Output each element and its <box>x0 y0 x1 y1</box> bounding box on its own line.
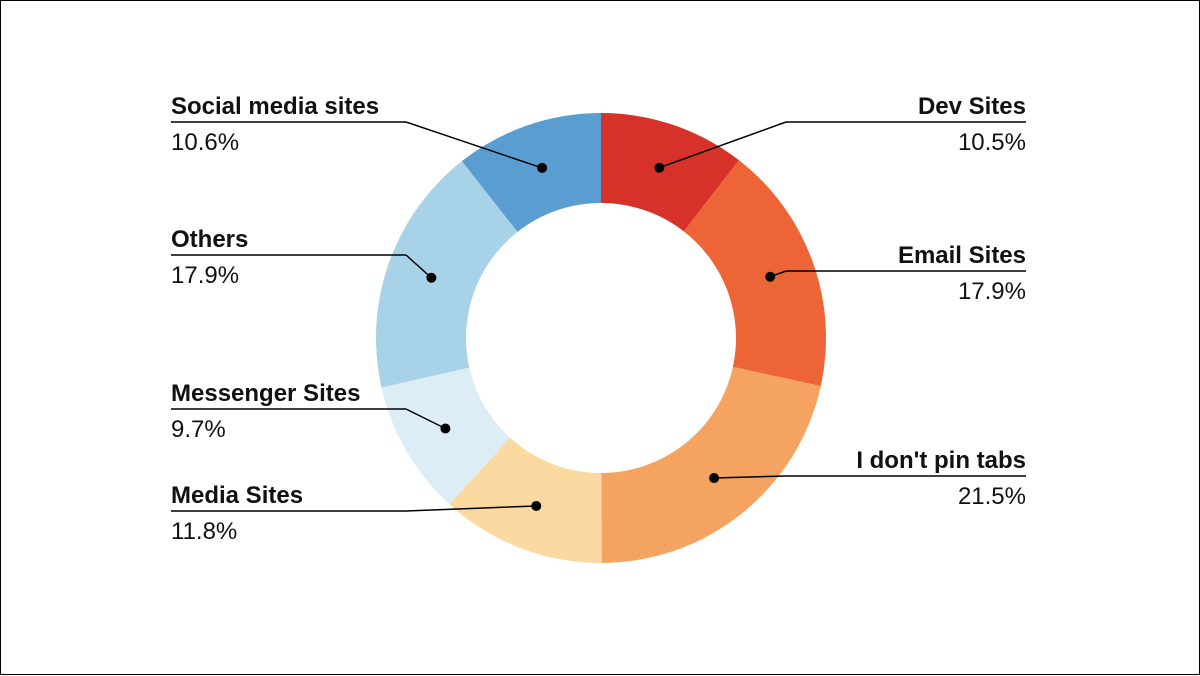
category-label: Email Sites <box>898 242 1026 269</box>
donut-chart: Dev Sites 10.5% Email Sites 17.9% I don't pi… <box>1 1 1200 676</box>
category-label: Messenger Sites <box>171 380 360 407</box>
leader-dot <box>426 273 436 283</box>
value-label: 17.9% <box>958 278 1026 305</box>
value-label: 9.7% <box>171 416 226 443</box>
leader-dot <box>654 163 664 173</box>
value-label: 11.8% <box>171 518 237 545</box>
leader-dot <box>440 423 450 433</box>
category-label: Others <box>171 226 248 253</box>
value-label: 10.6% <box>171 129 239 156</box>
category-label: Dev Sites <box>918 93 1026 120</box>
category-label: I don't pin tabs <box>856 447 1026 474</box>
donut-slice <box>601 367 820 563</box>
chart-frame: { "chart_data": { "type": "pie", "title"… <box>0 0 1200 675</box>
leader-dot <box>537 163 547 173</box>
value-label: 10.5% <box>958 129 1026 156</box>
leader-dot <box>709 473 719 483</box>
value-label: 21.5% <box>958 483 1026 510</box>
leader-dot <box>765 272 775 282</box>
leader-dot <box>531 501 541 511</box>
category-label: Social media sites <box>171 93 379 120</box>
category-label: Media Sites <box>171 482 303 509</box>
value-label: 17.9% <box>171 262 239 289</box>
